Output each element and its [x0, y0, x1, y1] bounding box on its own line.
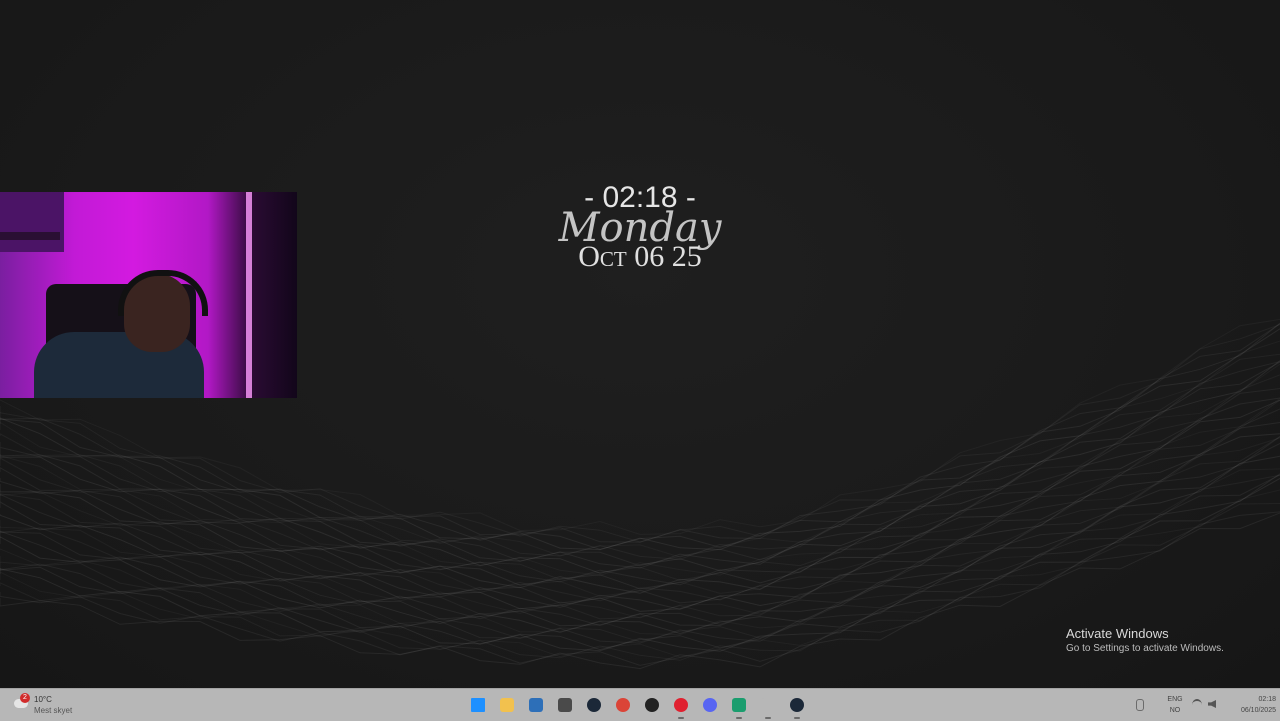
language-line-2: NO — [1169, 707, 1181, 714]
opera-icon — [674, 698, 688, 712]
system-date: 06/10/2025 — [1240, 707, 1276, 714]
taskbar-app-chrome[interactable] — [611, 693, 635, 717]
system-time: 02:18 — [1258, 696, 1276, 703]
store-icon — [529, 698, 543, 712]
taskbar-app-g-app[interactable] — [640, 693, 664, 717]
weather-description: Mest skyet — [34, 706, 73, 715]
wave-line — [0, 408, 1280, 604]
clock-widget: - 02:18 - Monday Oct 06 25 — [540, 180, 740, 272]
weather-widget[interactable]: 2 10°C Mest skyet — [12, 693, 92, 717]
taskbar-app-cube-app[interactable] — [553, 693, 577, 717]
language-indicator[interactable]: ENG NO — [1160, 694, 1190, 716]
webcam-wall — [0, 192, 64, 252]
chrome-icon — [616, 698, 630, 712]
taskbar-app-blank-app[interactable] — [756, 693, 780, 719]
activate-subtitle: Go to Settings to activate Windows. — [1066, 643, 1224, 654]
running-indicator — [678, 717, 684, 719]
taskbar-app-file-explorer[interactable] — [495, 693, 519, 717]
taskbar-app-discord[interactable] — [698, 693, 722, 717]
taskbar-app-steam[interactable] — [582, 693, 606, 717]
taskbar-app-opera[interactable] — [669, 693, 693, 719]
blank-icon — [761, 698, 775, 712]
language-line-1: ENG — [1167, 696, 1183, 703]
running-indicator — [736, 717, 742, 719]
taskbar-app-green-app[interactable] — [727, 693, 751, 719]
activate-windows-watermark: Activate Windows Go to Settings to activ… — [1066, 626, 1224, 656]
webcam-overlay — [0, 192, 297, 398]
running-indicator — [765, 717, 771, 719]
taskbar-app-microsoft-store[interactable] — [524, 693, 548, 717]
taskbar-apps — [466, 693, 809, 719]
taskbar: 2 10°C Mest skyet ENG NO 02:18 06/10/202… — [0, 688, 1280, 721]
wave-line — [0, 397, 1280, 597]
taskbar-app-steam-2[interactable] — [785, 693, 809, 719]
g-logo-icon — [645, 698, 659, 712]
taskbar-app-start[interactable] — [466, 693, 490, 717]
cube-icon — [558, 698, 572, 712]
running-indicator — [794, 717, 800, 719]
weather-badge: 2 — [20, 693, 30, 703]
weather-temperature: 10°C — [34, 695, 52, 704]
steam-icon — [587, 698, 601, 712]
headset-icon — [118, 270, 208, 316]
robot-icon — [732, 698, 746, 712]
volume-icon[interactable] — [1208, 700, 1216, 708]
discord-icon — [703, 698, 717, 712]
system-clock[interactable]: 02:18 06/10/2025 — [1224, 694, 1276, 716]
webcam-shelf — [0, 232, 60, 240]
desktop: - 02:18 - Monday Oct 06 25 Activate Wind… — [0, 0, 1280, 688]
activate-title: Activate Windows — [1066, 626, 1169, 641]
folder-icon — [500, 698, 514, 712]
steam-icon — [790, 698, 804, 712]
wifi-icon[interactable] — [1192, 699, 1202, 711]
windows-logo-icon — [471, 698, 485, 712]
webcam-light-strip — [246, 192, 252, 398]
microphone-icon[interactable] — [1136, 699, 1144, 711]
